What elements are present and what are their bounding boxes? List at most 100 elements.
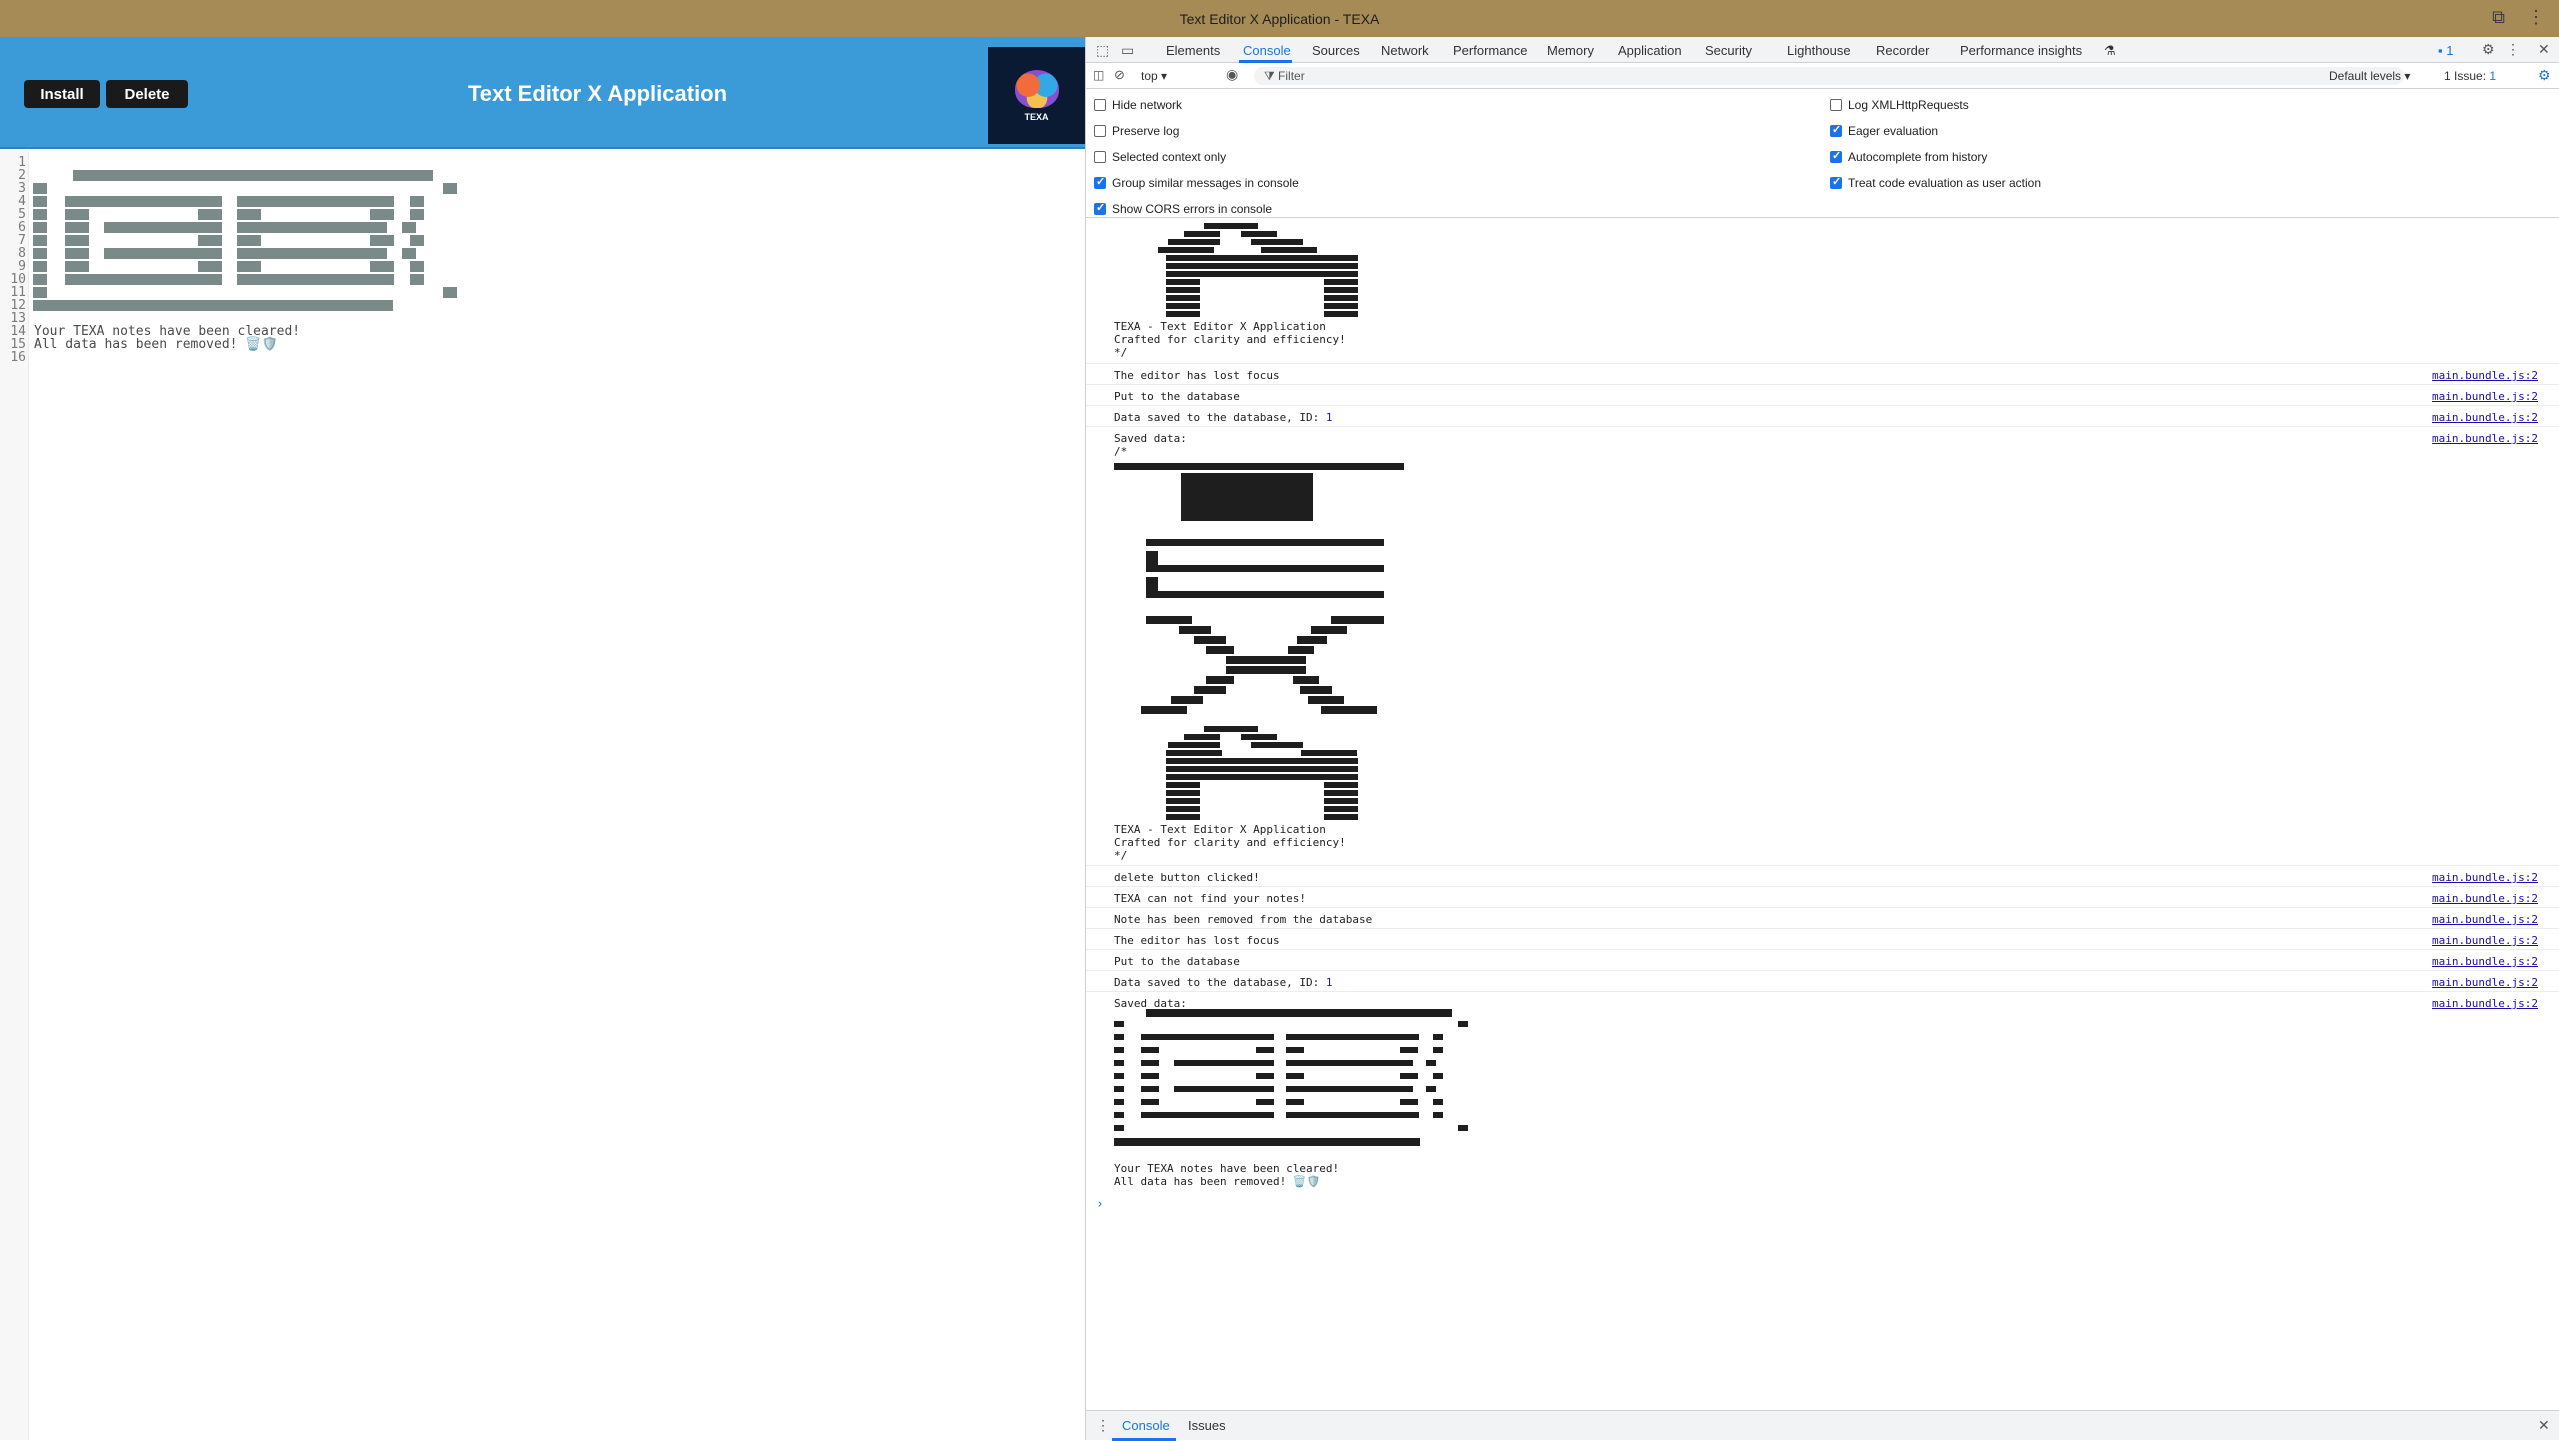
option-eager-evaluation[interactable]: Eager evaluation bbox=[1830, 123, 1939, 138]
issues-badge[interactable]: ▪ 1 bbox=[2438, 43, 2453, 58]
message-text: Data saved to the database, ID: bbox=[1114, 411, 1326, 424]
console-banner: TEXA - Text Editor X Application Crafted… bbox=[1114, 823, 1346, 862]
option-log-xhr[interactable]: Log XMLHttpRequests bbox=[1830, 98, 1969, 112]
sidebar-toggle-icon[interactable]: ◫ bbox=[1093, 68, 1104, 82]
code-editor[interactable]: 1 2 3 4 5 6 7 8 9 10 11 12 13 14 15 16 Y… bbox=[0, 151, 1085, 1440]
checkbox[interactable] bbox=[1830, 175, 1842, 189]
drawer-menu-icon[interactable]: ⋮ bbox=[1096, 1417, 1110, 1434]
console-banner: TEXA - Text Editor X Application Crafted… bbox=[1114, 320, 1346, 359]
option-label: Hide network bbox=[1112, 98, 1183, 112]
editor-line-removed: All data has been removed! 🗑️🛡️ bbox=[34, 337, 278, 352]
option-label: Log XMLHttpRequests bbox=[1848, 98, 1969, 112]
source-link[interactable]: main.bundle.js:2 bbox=[2432, 955, 2538, 968]
console-toolbar: ◫ ⊘ top ▾ ◉ ⧩ Filter Default levels ▾ 1 … bbox=[1086, 63, 2559, 89]
tab-console[interactable]: Console bbox=[1243, 43, 1291, 58]
issues-summary-label: 1 Issue: bbox=[2444, 69, 2487, 83]
console-prompt[interactable]: › bbox=[1096, 1197, 1104, 1212]
option-hide-network[interactable]: Hide network bbox=[1094, 98, 1182, 112]
more-menu-icon[interactable]: ⋮ bbox=[2527, 7, 2545, 28]
tab-performance[interactable]: Performance bbox=[1453, 43, 1527, 58]
console-output: TEXA - Text Editor X Application Crafted… bbox=[1086, 219, 2559, 1407]
checkbox[interactable] bbox=[1830, 123, 1842, 137]
inspect-element-icon[interactable]: ⬚ bbox=[1096, 42, 1109, 59]
drawer-tab-console[interactable]: Console bbox=[1122, 1418, 1170, 1433]
filter-input[interactable]: ⧩ Filter bbox=[1254, 67, 2404, 85]
brain-logo-icon bbox=[1014, 69, 1059, 108]
devtools-more-icon[interactable]: ⋮ bbox=[2506, 41, 2520, 58]
source-link[interactable]: main.bundle.js:2 bbox=[2432, 369, 2538, 382]
context-selector[interactable]: top ▾ bbox=[1141, 69, 1167, 83]
checkbox[interactable] bbox=[1094, 151, 1106, 163]
flask-icon: ⚗ bbox=[2104, 43, 2116, 58]
console-message: Put to the database bbox=[1114, 390, 1240, 403]
source-link[interactable]: main.bundle.js:2 bbox=[2432, 390, 2538, 403]
source-link[interactable]: main.bundle.js:2 bbox=[2432, 871, 2538, 884]
console-message: Data saved to the database, ID: 1 bbox=[1114, 411, 1333, 424]
extensions-icon[interactable]: ⧉ bbox=[2492, 7, 2505, 28]
source-link[interactable]: main.bundle.js:2 bbox=[2432, 892, 2538, 905]
tab-application[interactable]: Application bbox=[1618, 43, 1682, 58]
drawer-tab-issues[interactable]: Issues bbox=[1188, 1418, 1226, 1433]
console-settings-icon[interactable]: ⚙ bbox=[2538, 67, 2551, 84]
record-id: 1 bbox=[1325, 976, 1333, 989]
window-titlebar: Text Editor X Application - TEXA ⧉ ⋮ bbox=[0, 0, 2559, 37]
record-id: 1 bbox=[1325, 411, 1333, 424]
console-message: delete button clicked! bbox=[1114, 871, 1260, 884]
tab-network[interactable]: Network bbox=[1381, 43, 1429, 58]
app-header: Install Delete Text Editor X Application… bbox=[0, 37, 1085, 149]
log-levels-label: Default levels bbox=[2329, 69, 2402, 83]
tab-security[interactable]: Security bbox=[1705, 43, 1752, 58]
tab-elements[interactable]: Elements bbox=[1166, 43, 1220, 58]
checkbox[interactable] bbox=[1094, 125, 1106, 137]
option-label: Eager evaluation bbox=[1848, 124, 1939, 138]
checkbox[interactable] bbox=[1094, 201, 1106, 215]
devtools-panel: ⬚ ▭ Elements Console Sources Network Per… bbox=[1085, 37, 2559, 1441]
clear-console-icon[interactable]: ⊘ bbox=[1114, 67, 1125, 83]
option-label: Treat code evaluation as user action bbox=[1848, 176, 2042, 190]
source-link[interactable]: main.bundle.js:2 bbox=[2432, 976, 2538, 989]
close-devtools-icon[interactable]: ✕ bbox=[2538, 41, 2550, 58]
option-autocomplete-history[interactable]: Autocomplete from history bbox=[1830, 149, 1987, 164]
tab-memory[interactable]: Memory bbox=[1547, 43, 1594, 58]
tab-sources[interactable]: Sources bbox=[1312, 43, 1360, 58]
console-message: TEXA can not find your notes! bbox=[1114, 892, 1307, 905]
console-message: The editor has lost focus bbox=[1114, 934, 1280, 947]
console-message: Your TEXA notes have been cleared! All d… bbox=[1114, 1162, 1340, 1188]
source-link[interactable]: main.bundle.js:2 bbox=[2432, 913, 2538, 926]
tab-recorder[interactable]: Recorder bbox=[1876, 43, 1929, 58]
filter-placeholder: Filter bbox=[1278, 69, 1305, 83]
context-label: top bbox=[1141, 69, 1158, 83]
checkbox[interactable] bbox=[1830, 99, 1842, 111]
source-link[interactable]: main.bundle.js:2 bbox=[2432, 934, 2538, 947]
tab-performance-insights[interactable]: Performance insights bbox=[1960, 43, 2082, 58]
console-message: The editor has lost focus bbox=[1114, 369, 1280, 382]
option-group-similar[interactable]: Group similar messages in console bbox=[1094, 175, 1299, 190]
source-link[interactable]: main.bundle.js:2 bbox=[2432, 997, 2538, 1010]
live-expression-eye-icon[interactable]: ◉ bbox=[1226, 66, 1238, 83]
close-drawer-icon[interactable]: ✕ bbox=[2538, 1417, 2550, 1434]
settings-gear-icon[interactable]: ⚙ bbox=[2482, 41, 2495, 58]
texa-app: Install Delete Text Editor X Application… bbox=[0, 37, 1085, 1440]
line-number-gutter: 1 2 3 4 5 6 7 8 9 10 11 12 13 14 15 16 bbox=[0, 151, 29, 1440]
devtools-tabbar: ⬚ ▭ Elements Console Sources Network Per… bbox=[1086, 37, 2559, 63]
console-message: Note has been removed from the database bbox=[1114, 913, 1373, 926]
option-show-cors[interactable]: Show CORS errors in console bbox=[1094, 201, 1272, 216]
console-message: Data saved to the database, ID: 1 bbox=[1114, 976, 1333, 989]
log-levels-dropdown[interactable]: Default levels ▾ bbox=[2329, 69, 2410, 83]
option-selected-context-only[interactable]: Selected context only bbox=[1094, 150, 1226, 164]
issues-summary[interactable]: 1 Issue: 1 bbox=[2444, 69, 2496, 83]
checkbox[interactable] bbox=[1094, 99, 1106, 111]
source-link[interactable]: main.bundle.js:2 bbox=[2432, 411, 2538, 424]
option-preserve-log[interactable]: Preserve log bbox=[1094, 124, 1179, 138]
tab-lighthouse[interactable]: Lighthouse bbox=[1787, 43, 1851, 58]
logo-text: TEXA bbox=[1024, 111, 1049, 122]
issues-summary-count: 1 bbox=[2489, 69, 2497, 83]
option-treat-code-eval[interactable]: Treat code evaluation as user action bbox=[1830, 175, 2042, 190]
checkbox[interactable] bbox=[1094, 175, 1106, 189]
console-settings: Hide network Preserve log Selected conte… bbox=[1086, 90, 2559, 218]
source-link[interactable]: main.bundle.js:2 bbox=[2432, 432, 2538, 445]
option-label: Selected context only bbox=[1112, 150, 1227, 164]
checkbox[interactable] bbox=[1830, 149, 1842, 163]
device-toolbar-icon[interactable]: ▭ bbox=[1121, 42, 1134, 59]
issues-badge-count: 1 bbox=[2446, 43, 2454, 58]
